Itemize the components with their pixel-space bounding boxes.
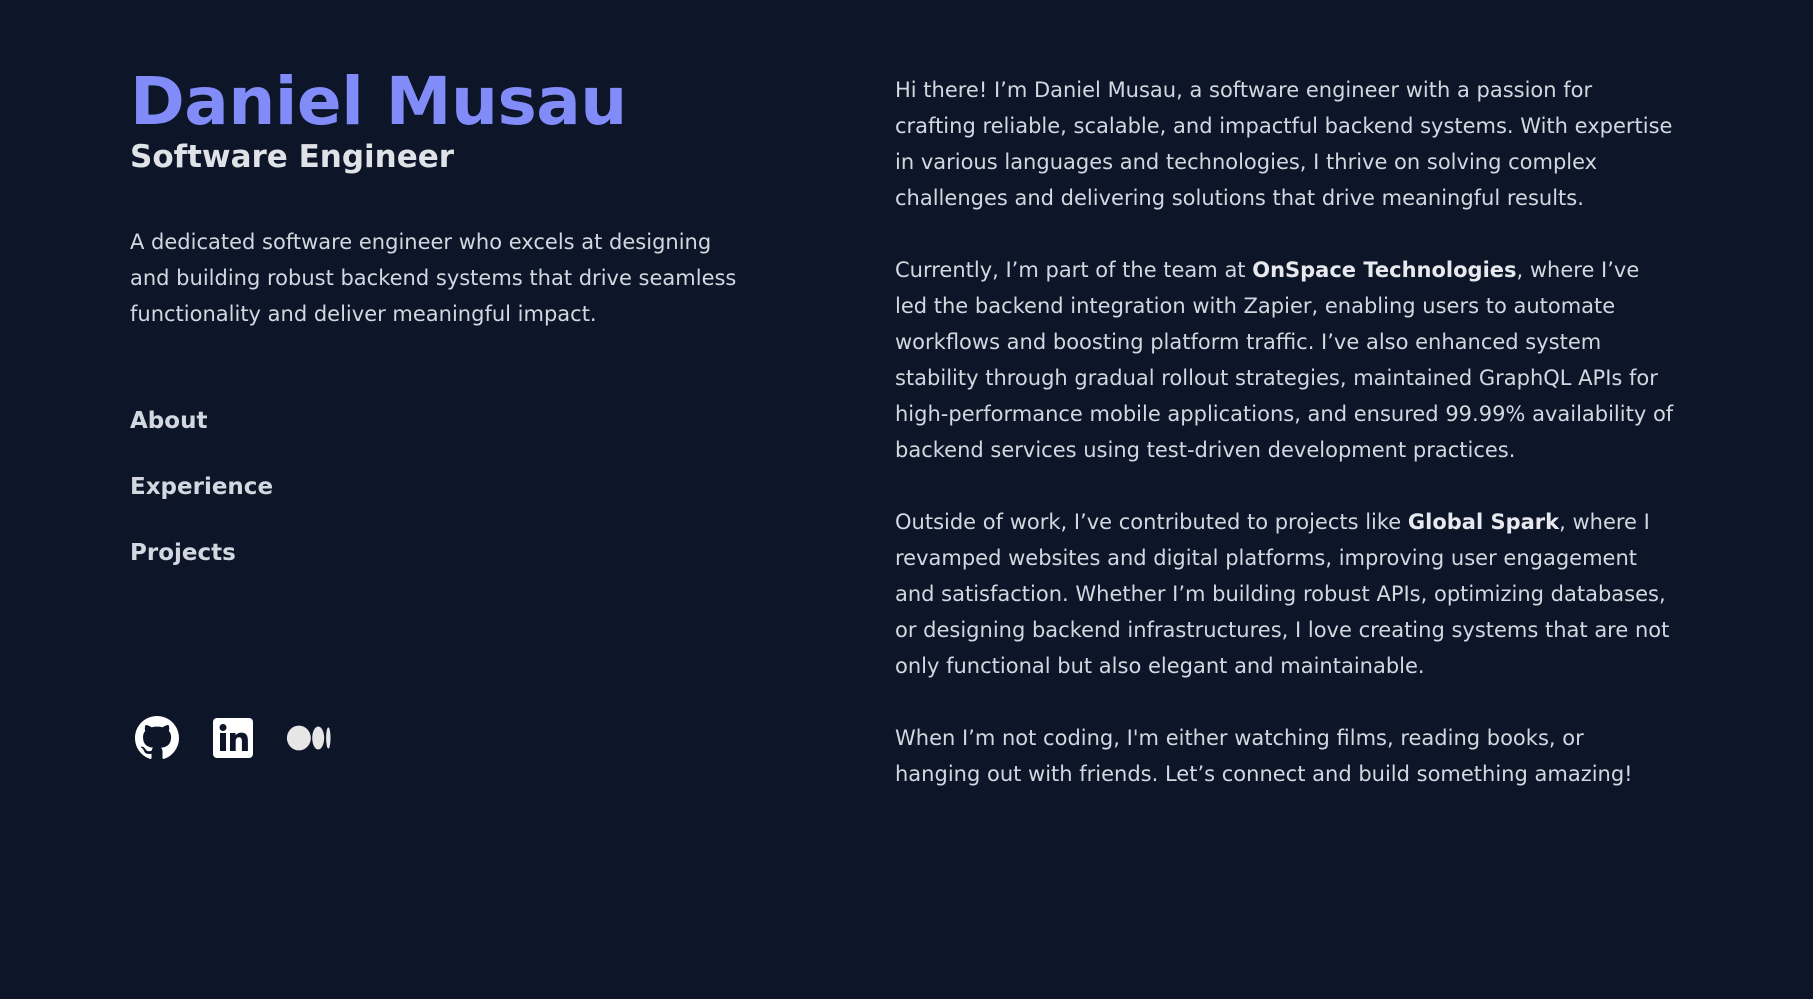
- nav-item-projects[interactable]: Projects: [130, 538, 770, 604]
- about-text: , where I revamped websites and digital …: [895, 510, 1670, 678]
- about-paragraph-1: Hi there! I’m Daniel Musau, a software e…: [895, 78, 1673, 210]
- linkedin-icon: [213, 718, 253, 758]
- medium-link[interactable]: [286, 715, 332, 761]
- about-text: Outside of work, I’ve contributed to pro…: [895, 510, 1408, 534]
- section-nav: About Experience Projects: [130, 406, 770, 604]
- github-icon: [135, 716, 179, 759]
- portfolio-page: Daniel Musau Software Engineer A dedicat…: [0, 0, 1813, 999]
- social-links: [134, 715, 362, 761]
- about-text: Currently, I’m part of the team at: [895, 258, 1253, 282]
- about-paragraph-3: Outside of work, I’ve contributed to pro…: [895, 504, 1675, 684]
- about-paragraph-4: When I’m not coding, I'm either watching…: [895, 726, 1633, 786]
- project-name: Global Spark: [1407, 510, 1560, 534]
- about-paragraph-2: Currently, I’m part of the team at OnSpa…: [895, 252, 1675, 468]
- left-column: Daniel Musau Software Engineer A dedicat…: [130, 66, 770, 604]
- github-link[interactable]: [134, 715, 180, 761]
- linkedin-link[interactable]: [210, 715, 256, 761]
- company-name: OnSpace Technologies: [1252, 258, 1517, 282]
- nav-item-about[interactable]: About: [130, 406, 770, 472]
- job-title: Software Engineer: [130, 139, 455, 176]
- tagline: A dedicated software engineer who excels…: [130, 230, 737, 327]
- page-title: Daniel Musau: [130, 63, 627, 140]
- nav-item-experience[interactable]: Experience: [130, 472, 770, 538]
- about-text: , where I’ve led the backend integration…: [895, 258, 1674, 462]
- about-section: Hi there! I’m Daniel Musau, a software e…: [895, 72, 1675, 828]
- medium-icon: [286, 725, 331, 751]
